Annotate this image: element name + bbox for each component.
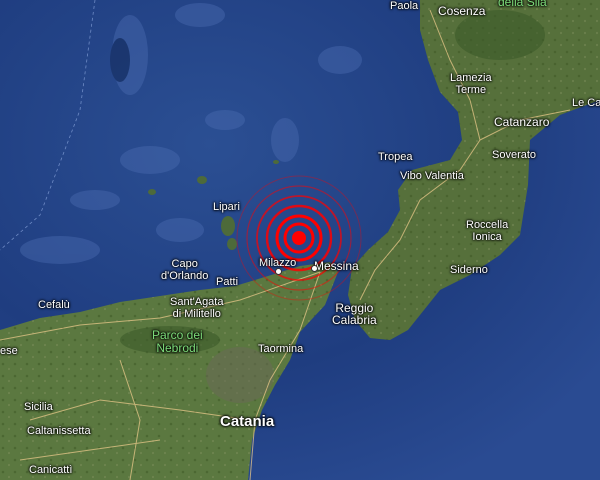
place-label-taormina: Taormina (258, 343, 304, 355)
place-label-canicatti: Canicattì (29, 464, 73, 476)
place-label-paola: Paola (390, 0, 419, 12)
city-marker-messina (311, 265, 318, 272)
place-label-patti: Patti (216, 276, 239, 288)
place-label-vibo: Vibo Valentia (400, 170, 464, 182)
park-label-nebrodi: Parco dei Nebrodi (152, 328, 203, 355)
place-label-messina: Messina (314, 259, 359, 273)
city-marker-milazzo (275, 268, 282, 275)
place-label-lipari: Lipari (213, 201, 240, 213)
place-label-ese: ese (0, 345, 18, 357)
place-label-catanzaro: Catanzaro (494, 115, 550, 129)
place-label-santagata: Sant'Agata di Militello (170, 296, 224, 320)
place-label-sicilia: Sicilia (24, 401, 53, 413)
place-label-caltanissetta: Caltanissetta (27, 425, 91, 437)
epicenter-dot[interactable] (292, 231, 306, 245)
place-label-capo-dorlando: Capo d'Orlando (161, 258, 209, 282)
map-view[interactable]: della Sila Paola Cosenza Lamezia Terme C… (0, 0, 600, 480)
place-label-soverato: Soverato (492, 149, 537, 161)
place-label-le-castella: Le Ca (572, 97, 600, 109)
place-label-lamezia: Lamezia Terme (450, 72, 492, 96)
place-label-tropea: Tropea (378, 151, 413, 163)
place-label-reggio: Reggio Calabria (332, 301, 377, 327)
place-label-siderno: Siderno (450, 264, 488, 276)
place-label-cefalu: Cefalù (38, 299, 70, 311)
place-label-roccella: Roccella Ionica (466, 219, 509, 243)
epicenter-marker[interactable] (0, 0, 600, 480)
place-label-catania: Catania (220, 413, 275, 430)
park-label-sila: della Sila (498, 0, 547, 9)
place-label-cosenza: Cosenza (438, 4, 486, 18)
